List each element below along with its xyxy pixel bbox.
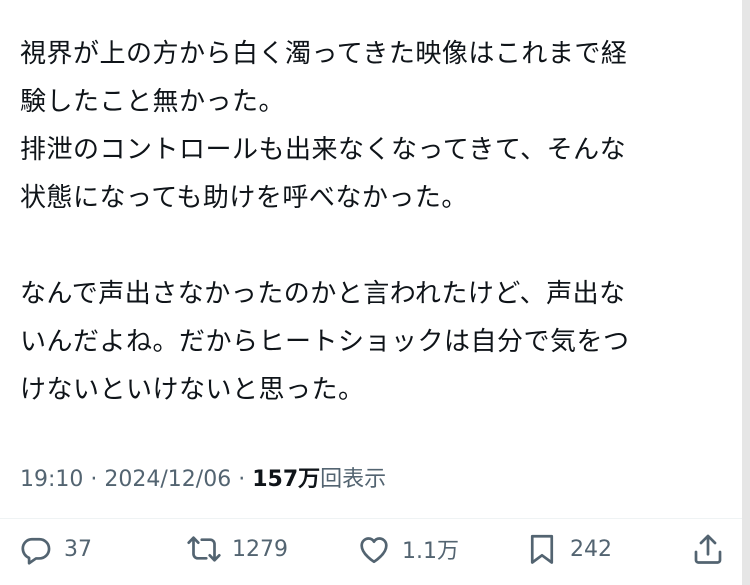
post-text-line: 験したこと無かった。 [20,87,286,117]
post-text-line: なんで声出さなかったのかと言われたけど、声出な [20,279,626,309]
scrollbar[interactable] [742,0,750,585]
view-count-label: 回表示 [320,467,387,492]
bookmark-count: 242 [570,536,612,562]
bookmark-icon [524,531,560,567]
view-count: 157万 [252,467,321,492]
reply-icon [18,531,54,567]
bookmark-button[interactable]: 242 [524,526,612,572]
post-text: 視界が上の方から白く濁ってきた映像はこれまで経 験したこと無かった。 排泄のコン… [20,30,720,414]
post-text-line: 状態になっても助けを呼べなかった。 [20,183,468,213]
action-bar: 37 1279 1.1万 242 [0,526,742,572]
like-button[interactable]: 1.1万 [356,526,459,572]
post-text-line: けないといけないと思った。 [20,375,365,405]
like-count: 1.1万 [402,539,459,564]
reply-button[interactable]: 37 [18,526,92,572]
heart-icon [356,531,392,567]
meta-separator: · [238,467,246,492]
retweet-icon [186,531,222,567]
share-button[interactable] [690,526,726,572]
share-icon [690,531,726,567]
post-text-line: 視界が上の方から白く濁ってきた映像はこれまで経 [20,39,628,69]
retweet-count: 1279 [232,536,288,562]
post-text-line: いんだよね。だからヒートショックは自分で気をつ [20,327,630,357]
post-text-line: 排泄のコントロールも出来なくなってきて、そんな [20,135,627,165]
reply-count: 37 [64,536,92,562]
post-date[interactable]: 2024/12/06 [104,467,231,492]
meta-separator: · [90,467,98,492]
retweet-button[interactable]: 1279 [186,526,288,572]
post-time[interactable]: 19:10 [20,467,83,492]
divider [0,518,742,519]
post-metadata: 19:10 · 2024/12/06 · 157万回表示 [20,462,386,498]
